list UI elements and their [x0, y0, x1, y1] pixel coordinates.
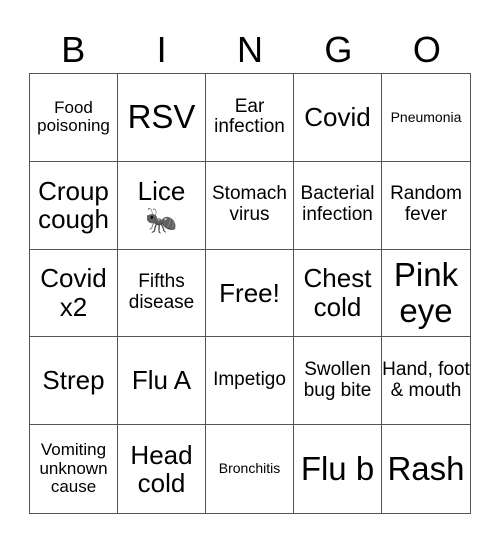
bingo-cell[interactable]: Pink eye — [382, 250, 470, 338]
bingo-cell[interactable]: Chest cold — [294, 249, 382, 338]
bingo-cell[interactable]: Flu A — [118, 337, 206, 426]
bingo-cell[interactable]: Random fever — [382, 162, 470, 250]
cell-label: Fifths disease — [128, 271, 195, 313]
bingo-cell[interactable]: Bacterial infection — [294, 161, 382, 250]
bingo-cell[interactable]: Covid — [294, 74, 382, 162]
header-letter-g: G — [324, 29, 353, 70]
cell-label: RSV — [127, 98, 196, 136]
header-letter-b: B — [61, 29, 86, 70]
cell-label: Food poisoning — [37, 97, 110, 136]
cell-label: Random fever — [390, 183, 462, 226]
bingo-cell[interactable]: Impetigo — [206, 337, 294, 426]
cell-label: Chest cold — [303, 263, 372, 322]
cell-label: Bronchitis — [218, 460, 281, 477]
header-letter-i: I — [156, 29, 167, 70]
bingo-cell[interactable]: Fifths disease — [118, 249, 206, 338]
bingo-cell[interactable]: Head cold — [118, 425, 206, 513]
cell-label: Ear infection — [214, 95, 285, 138]
cell-label: Hand, foot & mouth — [382, 358, 470, 401]
bingo-cell[interactable]: Hand, foot & mouth — [382, 337, 470, 426]
bingo-cell[interactable]: Food poisoning — [30, 74, 118, 162]
bingo-cell[interactable]: Free! — [206, 249, 294, 338]
cell-label: Strep — [42, 365, 105, 396]
cell-label: Stomach virus — [212, 183, 287, 226]
bingo-cell[interactable]: Lice 🐜 — [118, 161, 206, 250]
cell-label: Lice — [137, 175, 186, 206]
cell-label: Covid x2 — [40, 263, 107, 322]
cell-label: Head cold — [130, 439, 193, 499]
bingo-cell[interactable]: Covid x2 — [30, 249, 118, 338]
bingo-cell[interactable]: RSV — [118, 74, 206, 162]
cell-label: Pink eye — [393, 255, 459, 329]
bingo-cell[interactable]: Swollen bug bite — [294, 337, 382, 426]
bingo-cell[interactable]: Vomiting unknown cause — [30, 425, 118, 513]
ant-icon: 🐜 — [145, 205, 178, 236]
cell-label: Free! — [219, 277, 280, 308]
cell-label: Bacterial infection — [300, 183, 375, 226]
cell-label: Covid — [304, 102, 371, 133]
bingo-cell[interactable]: Croup cough — [30, 161, 118, 250]
cell-label: Pneumonia — [390, 108, 462, 125]
bingo-cell[interactable]: Pneumonia — [382, 74, 470, 162]
cell-label: Flu A — [131, 365, 192, 396]
bingo-cell[interactable]: Flu b — [294, 425, 382, 513]
cell-label: Vomiting unknown cause — [39, 440, 108, 497]
bingo-header: B I N G O — [29, 28, 471, 72]
cell-label: Rash — [387, 449, 465, 487]
cell-label: Croup cough — [38, 175, 109, 235]
bingo-cell[interactable]: Strep — [30, 337, 118, 426]
cell-label: Flu b — [300, 449, 375, 487]
cell-label: Swollen bug bite — [303, 358, 372, 401]
bingo-cell[interactable]: Bronchitis — [206, 425, 294, 513]
header-letter-o: O — [412, 29, 441, 70]
bingo-grid: Food poisoning RSV Ear infection Covid Pneum… — [29, 73, 471, 514]
header-letter-n: N — [237, 29, 264, 70]
cell-label: Impetigo — [213, 369, 286, 391]
bingo-cell[interactable]: Rash — [382, 425, 470, 513]
bingo-cell[interactable]: Stomach virus — [206, 161, 294, 250]
bingo-cell[interactable]: Ear infection — [206, 74, 294, 162]
